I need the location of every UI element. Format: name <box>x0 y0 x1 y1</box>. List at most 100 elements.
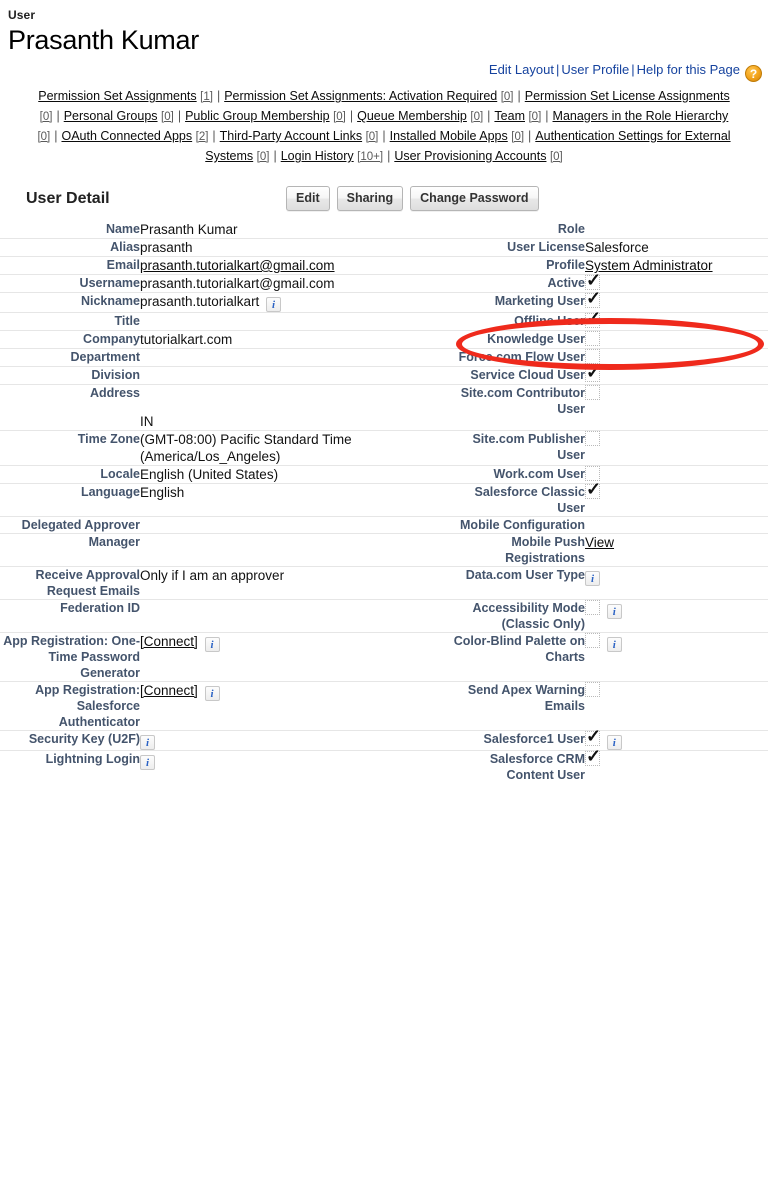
detail-value: Salesforce <box>585 240 649 255</box>
related-list-count[interactable]: [1] <box>200 91 213 103</box>
nav-separator: | <box>174 109 185 123</box>
detail-value-link[interactable]: prasanth.tutorialkart@gmail.com <box>140 258 335 273</box>
detail-value: IN <box>140 414 154 429</box>
link-separator: | <box>629 62 636 77</box>
detail-value-cell: [Connect] i <box>140 682 450 731</box>
related-list-link[interactable]: Personal Groups <box>64 109 158 123</box>
detail-value-cell <box>585 313 768 331</box>
related-list-link[interactable]: Permission Set License Assignments <box>525 89 730 103</box>
detail-label: Federation ID <box>0 600 140 633</box>
detail-label: Salesforce CRM Content User <box>450 751 585 784</box>
detail-label: Site.com Contributor User <box>450 385 585 431</box>
detail-label: Offline User <box>450 313 585 331</box>
related-list-link[interactable]: Public Group Membership <box>185 109 330 123</box>
related-list-count[interactable]: [0] <box>528 111 541 123</box>
detail-value-link[interactable]: [Connect] <box>140 683 198 698</box>
related-list-count[interactable]: [0] <box>550 151 563 163</box>
detail-value-cell <box>585 331 768 349</box>
sharing-button[interactable]: Sharing <box>337 186 404 211</box>
detail-value-cell: English <box>140 484 450 517</box>
detail-label: Service Cloud User <box>450 367 585 385</box>
help-for-this-page-link[interactable]: Help for this Page <box>637 62 740 77</box>
detail-value-cell <box>585 385 768 431</box>
related-list-count[interactable]: [0] <box>511 131 524 143</box>
related-list-link[interactable]: Third-Party Account Links <box>220 129 362 143</box>
related-list-count[interactable]: [0] <box>366 131 379 143</box>
detail-value-cell: [Connect] i <box>140 633 450 682</box>
info-icon[interactable]: i <box>140 735 155 750</box>
help-icon[interactable]: ? <box>745 65 762 82</box>
detail-value-cell <box>585 517 768 534</box>
related-list-link[interactable]: Installed Mobile Apps <box>390 129 508 143</box>
detail-value: prasanth.tutorialkart <box>140 294 259 309</box>
detail-label: Receive Approval Request Emails <box>0 567 140 600</box>
detail-label: Company <box>0 331 140 349</box>
related-list-link[interactable]: Permission Set Assignments: Activation R… <box>224 89 497 103</box>
detail-value-link[interactable]: System Administrator <box>585 258 713 273</box>
detail-value-cell <box>585 349 768 367</box>
detail-value-cell <box>140 349 450 367</box>
detail-row: NamePrasanth KumarRole <box>0 221 768 239</box>
info-icon[interactable]: i <box>140 755 155 770</box>
related-list-count[interactable]: [0] <box>501 91 514 103</box>
related-list-count[interactable]: [2] <box>196 131 209 143</box>
detail-label: Mobile Push Registrations <box>450 534 585 567</box>
related-list-link[interactable]: Queue Membership <box>357 109 467 123</box>
edit-layout-link[interactable]: Edit Layout <box>489 62 554 77</box>
detail-row: Usernameprasanth.tutorialkart@gmail.comA… <box>0 275 768 293</box>
detail-value: prasanth.tutorialkart@gmail.com <box>140 276 335 291</box>
related-list-link[interactable]: Login History <box>281 149 354 163</box>
related-list-link[interactable]: OAuth Connected Apps <box>61 129 192 143</box>
detail-value-link[interactable]: [Connect] <box>140 634 198 649</box>
related-list-link[interactable]: Managers in the Role Hierarchy <box>553 109 729 123</box>
detail-row: Nicknameprasanth.tutorialkart iMarketing… <box>0 293 768 313</box>
change-password-button[interactable]: Change Password <box>410 186 538 211</box>
info-icon[interactable]: i <box>607 735 622 750</box>
related-list-count[interactable]: [0] <box>37 131 50 143</box>
detail-row: Delegated ApproverMobile Configuration <box>0 517 768 534</box>
detail-label: Title <box>0 313 140 331</box>
related-list-count[interactable]: [10+] <box>357 151 383 163</box>
info-icon[interactable]: i <box>607 637 622 652</box>
related-list-count[interactable]: [0] <box>40 111 53 123</box>
checkbox-checked <box>585 313 600 328</box>
checkbox-unchecked <box>585 682 600 697</box>
nav-separator: | <box>524 129 535 143</box>
info-icon[interactable]: i <box>266 297 281 312</box>
related-list-link[interactable]: User Provisioning Accounts <box>394 149 546 163</box>
nav-separator: | <box>383 149 394 163</box>
related-list-count[interactable]: [0] <box>161 111 174 123</box>
detail-value: tutorialkart.com <box>140 332 232 347</box>
detail-value-link[interactable]: View <box>585 535 614 550</box>
detail-value-cell: English (United States) <box>140 466 450 484</box>
related-list-link[interactable]: Team <box>494 109 525 123</box>
checkbox-checked <box>585 293 600 308</box>
related-list-count[interactable]: [0] <box>470 111 483 123</box>
related-list-link[interactable]: Permission Set Assignments <box>38 89 196 103</box>
info-icon[interactable]: i <box>205 686 220 701</box>
edit-button[interactable]: Edit <box>286 186 330 211</box>
detail-value-cell: i <box>585 731 768 751</box>
info-icon[interactable]: i <box>607 604 622 619</box>
related-list-count[interactable]: [0] <box>257 151 270 163</box>
detail-value-cell <box>140 534 450 567</box>
detail-value-cell: prasanth.tutorialkart@gmail.com <box>140 257 450 275</box>
detail-row: DivisionService Cloud User <box>0 367 768 385</box>
info-icon[interactable]: i <box>205 637 220 652</box>
detail-value-cell <box>585 484 768 517</box>
detail-value-cell: prasanth.tutorialkart i <box>140 293 450 313</box>
detail-label: Knowledge User <box>450 331 585 349</box>
user-profile-link[interactable]: User Profile <box>561 62 629 77</box>
detail-label: Force.com Flow User <box>450 349 585 367</box>
detail-value-cell: (GMT-08:00) Pacific Standard Time (Ameri… <box>140 431 450 466</box>
info-icon[interactable]: i <box>585 571 600 586</box>
detail-label: Color-Blind Palette on Charts <box>450 633 585 682</box>
detail-value-cell <box>585 466 768 484</box>
checkbox-checked <box>585 367 600 382</box>
detail-value-cell <box>585 293 768 313</box>
detail-row: AddressINSite.com Contributor User <box>0 385 768 431</box>
related-list-count[interactable]: [0] <box>333 111 346 123</box>
detail-value: English (United States) <box>140 467 278 482</box>
detail-value-cell <box>140 517 450 534</box>
detail-value-cell: System Administrator <box>585 257 768 275</box>
